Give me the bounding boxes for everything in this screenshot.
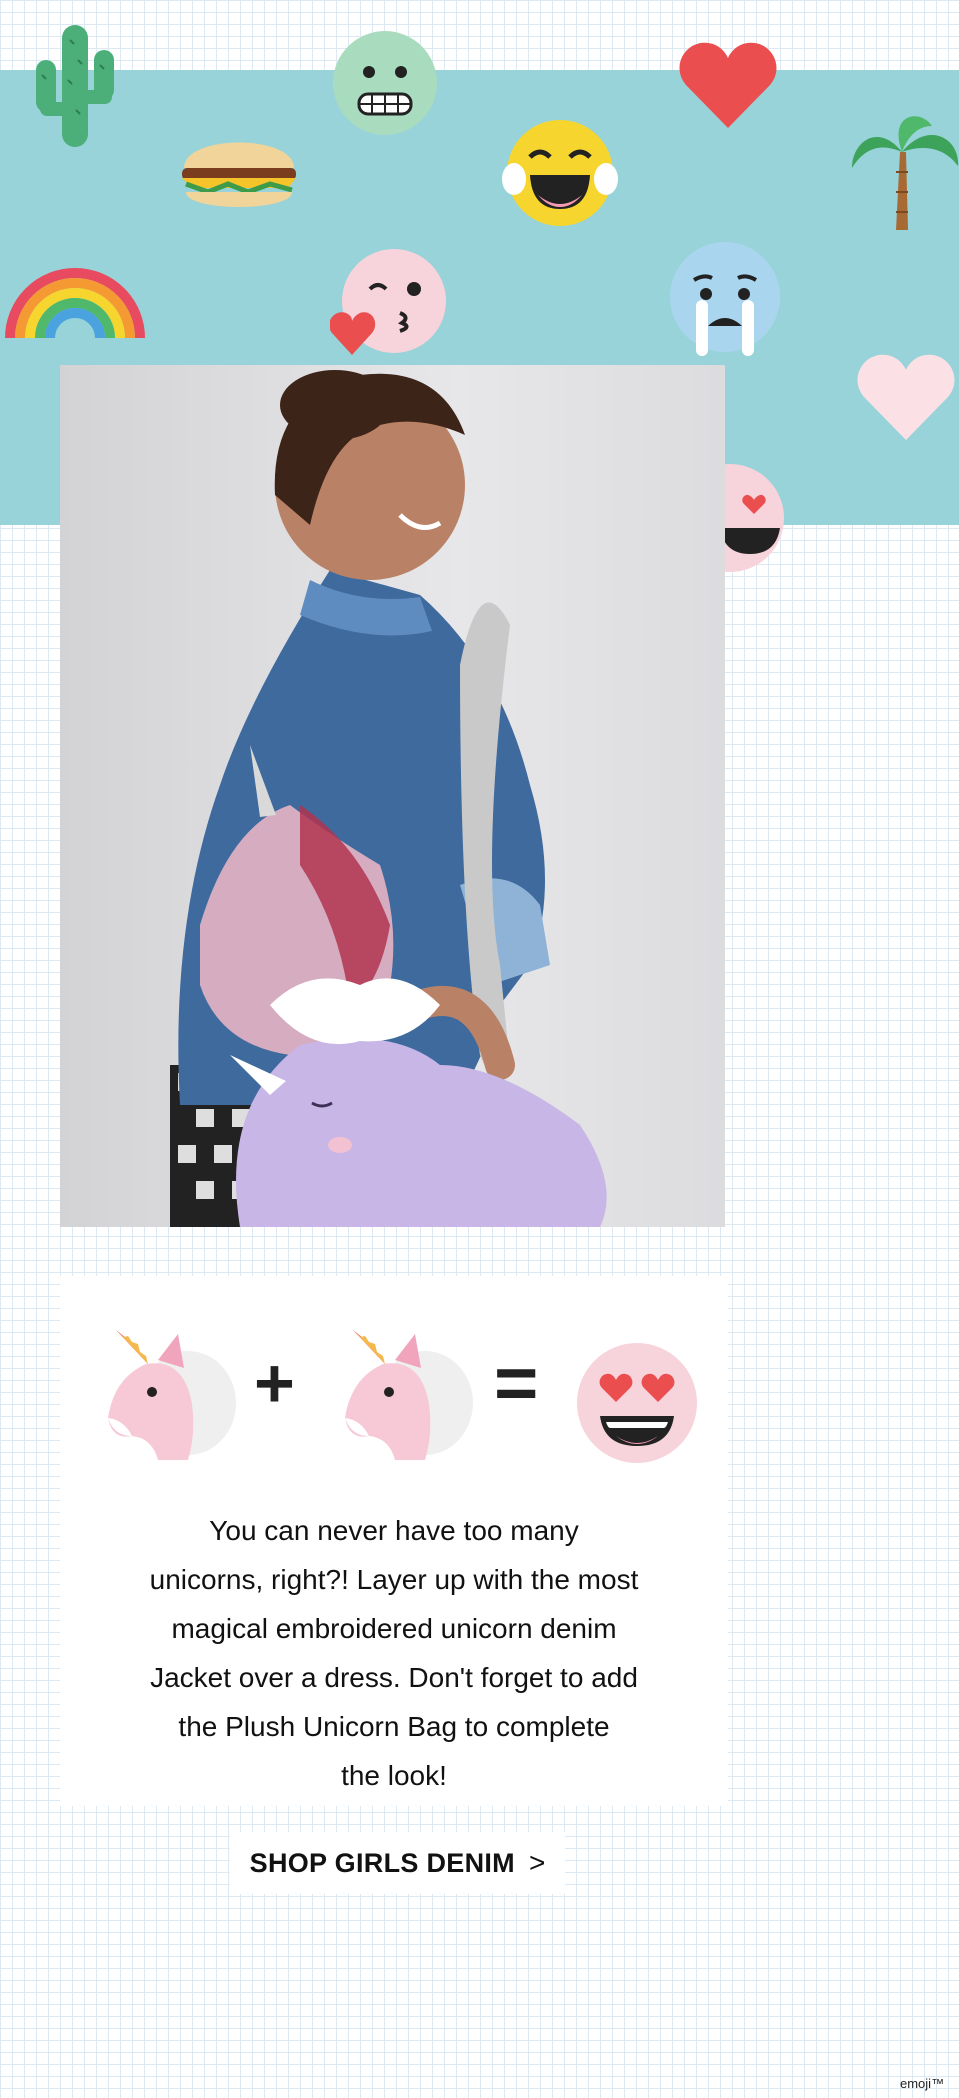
description-line: Jacket over a dress. Don't forget to add xyxy=(150,1662,638,1693)
description-line: magical embroidered unicorn denim xyxy=(171,1613,617,1644)
equals-sign: = xyxy=(494,1341,539,1426)
unicorn-equation: + = xyxy=(60,1306,728,1466)
cactus-icon xyxy=(36,25,114,147)
description-line: the look! xyxy=(341,1760,447,1791)
heart-icon xyxy=(679,42,777,128)
unicorn-icon xyxy=(108,1330,236,1460)
unicorn-icon xyxy=(345,1330,473,1460)
plus-sign: + xyxy=(254,1344,295,1422)
pale-heart-icon xyxy=(857,354,955,440)
tears-of-joy-face-icon xyxy=(502,120,618,226)
heart-eyes-face-icon xyxy=(577,1343,697,1463)
kiss-face-icon xyxy=(330,249,446,355)
emoji-trademark: emoji™ xyxy=(900,2076,945,2091)
palm-tree-icon xyxy=(852,116,959,230)
burger-icon xyxy=(182,142,296,207)
girl-denim-jacket-illustration xyxy=(170,370,607,1227)
description-line: the Plush Unicorn Bag to complete xyxy=(178,1711,610,1742)
grimace-face-icon xyxy=(333,31,437,135)
head xyxy=(274,370,465,580)
shop-girls-denim-button[interactable]: SHOP GIRLS DENIM > xyxy=(230,1832,565,1894)
product-photo xyxy=(60,365,725,1227)
crying-face-icon xyxy=(670,242,780,356)
description-line: You can never have too many xyxy=(209,1515,579,1546)
shop-button-label: SHOP GIRLS DENIM xyxy=(249,1847,515,1878)
description-text: You can never have too many unicorns, ri… xyxy=(100,1506,688,1800)
chevron-right-icon: > xyxy=(528,1847,546,1878)
description-card: + = You can never have too many unicorns… xyxy=(60,1276,728,1806)
description-line: unicorns, right?! Layer up with the most xyxy=(149,1564,639,1595)
plush-unicorn-bag xyxy=(230,978,607,1227)
rainbow-icon xyxy=(5,268,145,339)
